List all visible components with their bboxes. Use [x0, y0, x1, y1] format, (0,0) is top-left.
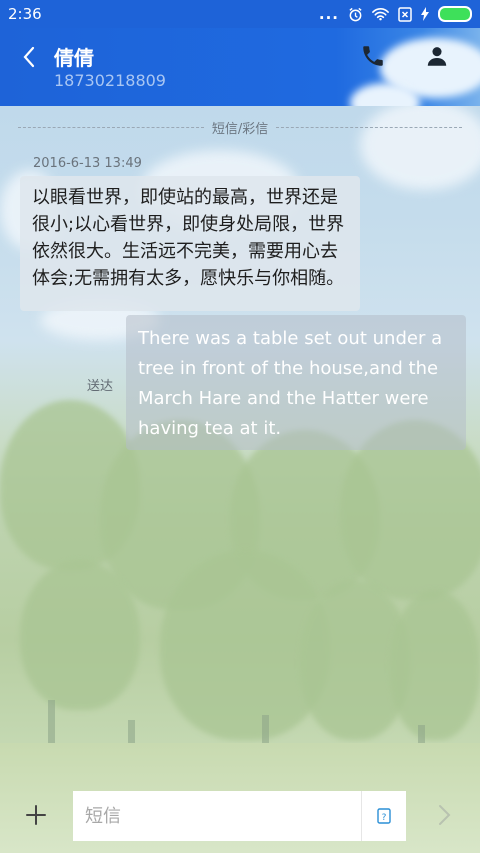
status-icons: ... — [319, 5, 472, 23]
back-button[interactable] — [14, 42, 44, 72]
wifi-icon — [372, 8, 389, 21]
overflow-dots-icon: ... — [318, 5, 339, 23]
message-input[interactable] — [73, 791, 361, 841]
conversation-header: 倩倩 18730218809 — [0, 28, 480, 106]
divider-line — [276, 126, 463, 128]
status-time: 2:36 — [8, 5, 42, 23]
divider-label: 短信/彩信 — [211, 121, 269, 137]
compose-bar: ? — [0, 789, 480, 853]
status-bar: 2:36 ... — [0, 0, 480, 28]
message-timestamp: 2016-6-13 13:49 — [33, 156, 142, 171]
contact-number: 18730218809 — [54, 71, 166, 90]
battery-icon — [438, 6, 472, 22]
alarm-icon — [349, 7, 362, 21]
contact-name: 倩倩 — [54, 46, 94, 70]
template-button[interactable]: ? — [361, 791, 406, 841]
send-button[interactable] — [430, 801, 458, 829]
attach-button[interactable] — [22, 801, 50, 829]
delivery-status: 送达 — [87, 379, 114, 394]
message-type-divider: 短信/彩信 — [18, 117, 463, 137]
plus-icon — [26, 805, 46, 825]
template-icon: ? — [377, 808, 391, 824]
divider-line — [18, 126, 204, 128]
template-glyph: ? — [382, 813, 387, 823]
contact-info-button[interactable] — [424, 43, 450, 69]
outgoing-message-bubble[interactable]: There was a table set out under a tree i… — [126, 315, 466, 450]
phone-icon — [363, 46, 383, 66]
incoming-message-bubble[interactable]: 以眼看世界，即使站的最高，世界还是很小;以心看世界，即使身处局限，世界依然很大。… — [20, 176, 360, 311]
back-arrow-icon — [23, 46, 35, 68]
call-button[interactable] — [360, 43, 386, 69]
person-icon — [427, 47, 447, 66]
send-arrow-icon — [439, 805, 451, 825]
charging-bolt-icon — [421, 7, 429, 21]
sim-x-icon — [398, 6, 412, 22]
